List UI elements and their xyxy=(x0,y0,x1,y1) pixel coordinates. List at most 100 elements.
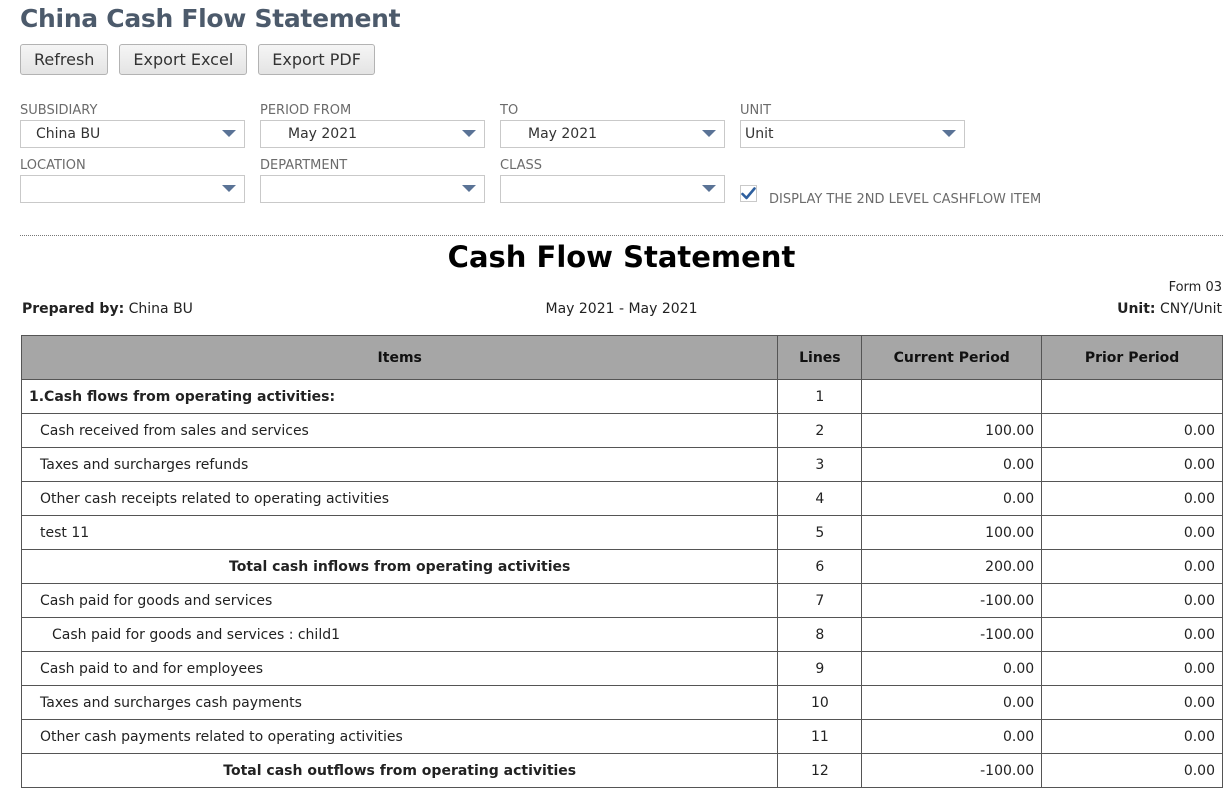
line-cell: 7 xyxy=(777,583,863,618)
item-cell: Cash paid to and for employees xyxy=(20,651,779,686)
prior-period-cell: 0.00 xyxy=(1041,719,1223,754)
chevron-down-icon[interactable] xyxy=(702,130,716,137)
period-from-value: May 2021 xyxy=(288,126,358,142)
toolbar: Refresh Export Excel Export PDF xyxy=(20,44,375,75)
item-cell: Cash paid for goods and services xyxy=(20,583,779,618)
table-row: Other cash payments related to operating… xyxy=(20,719,1223,754)
table-row: test 11 5 100.00 0.00 xyxy=(20,515,1223,550)
department-label: DEPARTMENT xyxy=(260,158,348,173)
period-to-field: TO May 2021 xyxy=(500,103,725,148)
prior-period-cell: 0.00 xyxy=(1041,447,1223,482)
prior-period-cell: 0.00 xyxy=(1041,651,1223,686)
period-from-select[interactable]: May 2021 xyxy=(260,120,485,148)
prior-period-cell: 0.00 xyxy=(1041,413,1223,448)
page-title: China Cash Flow Statement xyxy=(20,4,401,33)
prior-period-cell xyxy=(1041,379,1223,414)
current-period-cell: -100.00 xyxy=(861,753,1043,788)
item-cell: Total cash inflows from operating activi… xyxy=(20,549,779,584)
export-pdf-button[interactable]: Export PDF xyxy=(258,44,375,75)
chevron-down-icon[interactable] xyxy=(222,185,236,192)
current-period-cell: 0.00 xyxy=(861,481,1043,516)
table-row: Total cash outflows from operating activ… xyxy=(20,753,1223,788)
unit-field: UNIT Unit xyxy=(740,103,965,148)
form-number: Form 03 xyxy=(1168,280,1222,295)
subsidiary-select[interactable]: China BU xyxy=(20,120,245,148)
current-period-cell: 0.00 xyxy=(861,651,1043,686)
prior-period-cell: 0.00 xyxy=(1041,515,1223,550)
prior-period-cell: 0.00 xyxy=(1041,549,1223,584)
line-cell: 3 xyxy=(777,447,863,482)
department-select[interactable] xyxy=(260,175,485,203)
table-row: Total cash inflows from operating activi… xyxy=(20,549,1223,584)
line-cell: 4 xyxy=(777,481,863,516)
current-period-cell: 100.00 xyxy=(861,515,1043,550)
item-cell: Other cash payments related to operating… xyxy=(20,719,779,754)
period-from-field: PERIOD FROM May 2021 xyxy=(260,103,485,148)
table-row: Cash received from sales and services 2 … xyxy=(20,413,1223,448)
item-cell: Cash received from sales and services xyxy=(20,413,779,448)
current-period-cell: -100.00 xyxy=(861,583,1043,618)
table-row: Other cash receipts related to operating… xyxy=(20,481,1223,516)
class-select[interactable] xyxy=(500,175,725,203)
table-row: Cash paid for goods and services : child… xyxy=(20,617,1223,652)
prior-period-cell: 0.00 xyxy=(1041,685,1223,720)
prior-period-cell: 0.00 xyxy=(1041,617,1223,652)
chevron-down-icon[interactable] xyxy=(702,185,716,192)
line-cell: 5 xyxy=(777,515,863,550)
column-header-lines: Lines xyxy=(777,335,863,380)
prior-period-cell: 0.00 xyxy=(1041,753,1223,788)
prior-period-cell: 0.00 xyxy=(1041,583,1223,618)
line-cell: 2 xyxy=(777,413,863,448)
item-cell: 1.Cash flows from operating activities: xyxy=(20,379,779,414)
export-excel-button[interactable]: Export Excel xyxy=(119,44,248,75)
current-period-cell: 0.00 xyxy=(861,685,1043,720)
line-cell: 11 xyxy=(777,719,863,754)
current-period-cell: 0.00 xyxy=(861,719,1043,754)
refresh-button[interactable]: Refresh xyxy=(20,44,109,75)
unit-value: Unit xyxy=(745,126,774,142)
table-header-row: Items Lines Current Period Prior Period xyxy=(20,335,1223,380)
subsidiary-value: China BU xyxy=(36,126,101,142)
second-level-label: DISPLAY THE 2ND LEVEL CASHFLOW ITEM xyxy=(769,192,1042,207)
class-label: CLASS xyxy=(500,158,543,173)
second-level-checkbox[interactable] xyxy=(740,185,757,202)
period-to-value: May 2021 xyxy=(528,126,598,142)
line-cell: 10 xyxy=(777,685,863,720)
line-cell: 1 xyxy=(777,379,863,414)
table-row: Cash paid for goods and services 7 -100.… xyxy=(20,583,1223,618)
report-unit: Unit: CNY/Unit xyxy=(1117,301,1222,317)
report-period: May 2021 - May 2021 xyxy=(545,301,698,317)
cash-flow-table: Items Lines Current Period Prior Period … xyxy=(20,335,1223,788)
unit-select[interactable]: Unit xyxy=(740,120,965,148)
current-period-cell xyxy=(861,379,1043,414)
unit-label: UNIT xyxy=(740,103,772,118)
item-cell: Taxes and surcharges refunds xyxy=(20,447,779,482)
column-header-prior-period: Prior Period xyxy=(1041,335,1223,380)
class-field: CLASS xyxy=(500,158,725,203)
column-header-current-period: Current Period xyxy=(861,335,1043,380)
current-period-cell: 100.00 xyxy=(861,413,1043,448)
report-title: Cash Flow Statement xyxy=(447,240,796,274)
checkmark-icon xyxy=(741,187,756,200)
chevron-down-icon[interactable] xyxy=(222,130,236,137)
report-unit-label: Unit: xyxy=(1117,301,1156,317)
chevron-down-icon[interactable] xyxy=(942,130,956,137)
department-field: DEPARTMENT xyxy=(260,158,485,203)
item-cell: test 11 xyxy=(20,515,779,550)
subsidiary-field: SUBSIDIARY China BU xyxy=(20,103,245,148)
line-cell: 6 xyxy=(777,549,863,584)
prior-period-cell: 0.00 xyxy=(1041,481,1223,516)
subsidiary-label: SUBSIDIARY xyxy=(20,103,98,118)
divider xyxy=(20,235,1223,236)
location-select[interactable] xyxy=(20,175,245,203)
line-cell: 8 xyxy=(777,617,863,652)
location-field: LOCATION xyxy=(20,158,245,203)
chevron-down-icon[interactable] xyxy=(462,185,476,192)
item-cell: Other cash receipts related to operating… xyxy=(20,481,779,516)
table-row: Taxes and surcharges refunds 3 0.00 0.00 xyxy=(20,447,1223,482)
period-to-select[interactable]: May 2021 xyxy=(500,120,725,148)
item-cell: Cash paid for goods and services : child… xyxy=(20,617,779,652)
current-period-cell: 0.00 xyxy=(861,447,1043,482)
chevron-down-icon[interactable] xyxy=(462,130,476,137)
line-cell: 9 xyxy=(777,651,863,686)
